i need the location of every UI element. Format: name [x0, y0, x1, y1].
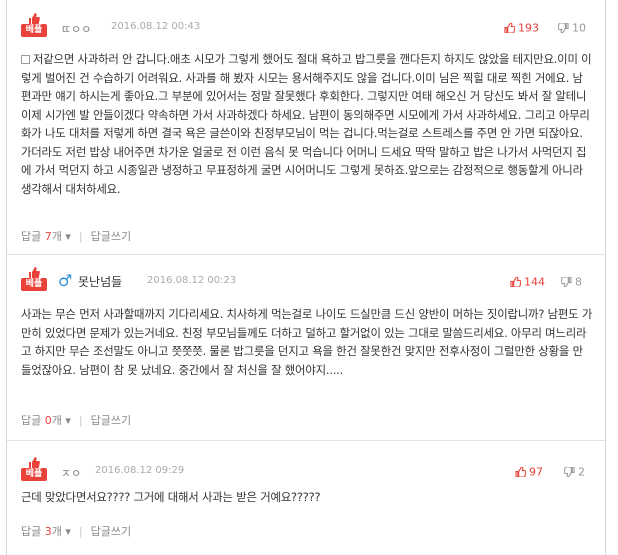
upvote-button[interactable]: 97	[515, 465, 543, 479]
comment-divider	[7, 440, 605, 441]
thumbs-up-icon	[29, 457, 40, 468]
best-badge: 베플	[21, 457, 47, 483]
downvote-count: 8	[575, 275, 582, 289]
comment-text: 저같으면 사과하러 안 갑니다.애초 시모가 그렇게 했어도 절대 욕하고 밥그…	[21, 52, 592, 196]
write-reply-link[interactable]: 답글쓰기	[91, 525, 131, 538]
thumbs-down-icon	[557, 22, 569, 34]
comment-header: 베플 ♂ 못난넘들 2016.08.12 00:23 144 8	[21, 267, 591, 291]
comment-date: 2016.08.12 00:23	[147, 275, 237, 286]
thumbs-down-icon	[563, 466, 575, 478]
upvote-count: 144	[524, 275, 545, 289]
thumbs-down-icon	[560, 276, 572, 288]
comment-text: 사과는 무슨 먼저 사과할때까지 기다리세요. 치사하게 먹는걸로 나이도 드실…	[21, 307, 593, 377]
reply-count-link[interactable]: 답글 7개 ▾	[21, 230, 71, 243]
thumbs-up-icon	[510, 276, 522, 288]
downvote-button[interactable]: 8	[560, 275, 582, 289]
downvote-button[interactable]: 10	[557, 21, 586, 35]
downvote-button[interactable]: 2	[563, 465, 585, 479]
comment-footer: 답글 0개 ▾ | 답글쓰기	[21, 412, 131, 428]
divider: |	[78, 525, 83, 538]
comment-nickname[interactable]: ㄸㅇㅇ	[61, 21, 91, 37]
write-reply-link[interactable]: 답글쓰기	[91, 230, 131, 243]
thumbs-up-icon	[29, 13, 40, 24]
best-badge-label: 베플	[21, 468, 47, 481]
comment-nickname[interactable]: 못난넘들	[78, 273, 122, 290]
downvote-count: 2	[578, 465, 585, 479]
upvote-button[interactable]: 193	[504, 21, 539, 35]
comment-text: 근데 맞았다면서요???? 그거에 대해서 사과는 받은 거예요?????	[21, 490, 321, 504]
divider: |	[78, 230, 83, 243]
image-icon	[21, 55, 30, 64]
comment-header: 베플 ㄸㅇㅇ 2016.08.12 00:43 193 10	[21, 13, 591, 37]
comment-date: 2016.08.12 00:43	[111, 21, 201, 32]
best-badge: 베플	[21, 267, 47, 293]
thumbs-up-icon	[29, 267, 40, 278]
best-badge: 베플	[21, 13, 47, 39]
upvote-button[interactable]: 144	[510, 275, 545, 289]
upvote-count: 193	[518, 21, 539, 35]
thumbs-up-icon	[515, 466, 527, 478]
upvote-count: 97	[529, 465, 543, 479]
divider: |	[78, 414, 83, 427]
comment-date: 2016.08.12 09:29	[95, 465, 185, 476]
comment-list: 베플 ㄸㅇㅇ 2016.08.12 00:43 193 10 저같으면 사과하러…	[6, 0, 606, 555]
comment-footer: 답글 7개 ▾ | 답글쓰기	[21, 228, 131, 244]
comment-nickname[interactable]: ㅈㅇ	[61, 465, 81, 481]
best-badge-label: 베플	[21, 278, 47, 291]
thumbs-up-icon	[504, 22, 516, 34]
comment-footer: 답글 3개 ▾ | 답글쓰기	[21, 523, 131, 539]
downvote-count: 10	[572, 21, 586, 35]
reply-count-link[interactable]: 답글 0개 ▾	[21, 414, 71, 427]
male-icon: ♂	[58, 271, 73, 290]
best-badge-label: 베플	[21, 24, 47, 37]
chevron-down-icon: ▾	[65, 414, 71, 427]
comment-divider	[7, 254, 605, 255]
chevron-down-icon: ▾	[65, 525, 71, 538]
comment-header: 베플 ㅈㅇ 2016.08.12 09:29 97 2	[21, 457, 591, 481]
reply-count-link[interactable]: 답글 3개 ▾	[21, 525, 71, 538]
chevron-down-icon: ▾	[65, 230, 71, 243]
write-reply-link[interactable]: 답글쓰기	[91, 414, 131, 427]
